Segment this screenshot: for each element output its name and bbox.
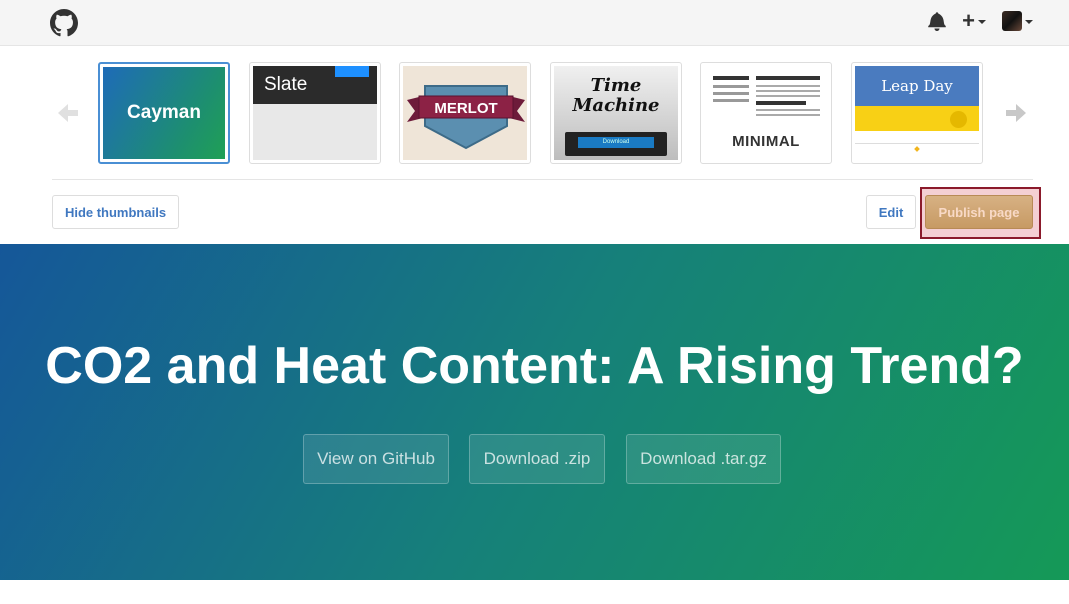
hide-thumbnails-button[interactable]: Hide thumbnails [52, 195, 179, 229]
theme-label-line1: Time [590, 75, 642, 96]
caret-down-icon [1025, 20, 1033, 24]
divider [855, 143, 979, 144]
plus-icon: + [962, 8, 975, 33]
minimal-lines-icon [713, 76, 820, 116]
theme-label: MINIMAL [732, 133, 800, 150]
avatar [1002, 11, 1022, 31]
create-new-menu[interactable]: + [962, 8, 986, 33]
theme-thumb-slate[interactable]: Slate [249, 62, 381, 164]
theme-label-line2: Machine [572, 95, 660, 116]
edit-button[interactable]: Edit [866, 195, 916, 229]
theme-chooser: Cayman Slate MERLOT Time Machine Downloa… [0, 47, 1069, 244]
view-on-github-button[interactable]: View on GitHub [303, 434, 449, 484]
theme-thumb-time-machine[interactable]: Time Machine Download [550, 62, 682, 164]
user-menu[interactable] [1002, 11, 1033, 31]
theme-label: Time Machine [554, 76, 678, 116]
download-mini-button: Download [578, 137, 654, 148]
github-badge-icon [950, 111, 967, 128]
top-navbar: + [0, 0, 1069, 46]
download-tar-button[interactable]: Download .tar.gz [626, 434, 781, 484]
divider [52, 179, 1033, 180]
caret-down-icon [978, 20, 986, 24]
publish-page-button[interactable]: Publish page [925, 195, 1033, 229]
project-title: CO2 and Heat Content: A Rising Trend? [45, 337, 1024, 395]
theme-thumb-minimal[interactable]: MINIMAL [700, 62, 832, 164]
theme-label: MERLOT [434, 100, 497, 117]
download-zip-button[interactable]: Download .zip [469, 434, 605, 484]
next-theme-arrow-icon[interactable] [1005, 102, 1027, 124]
theme-label: Slate [264, 74, 308, 95]
page-header-hero: CO2 and Heat Content: A Rising Trend? Vi… [0, 244, 1069, 580]
previous-theme-arrow-icon[interactable] [57, 102, 79, 124]
merlot-badge-icon: MERLOT [407, 85, 525, 150]
theme-label: Cayman [127, 102, 201, 123]
theme-thumb-merlot[interactable]: MERLOT [399, 62, 531, 164]
theme-thumb-leap-day[interactable]: Leap Day [851, 62, 983, 164]
diamond-icon [914, 146, 920, 152]
bell-icon[interactable] [928, 11, 946, 31]
theme-label: Leap Day [881, 77, 953, 95]
slate-accent [335, 66, 369, 77]
theme-thumb-cayman[interactable]: Cayman [98, 62, 230, 164]
github-logo-icon[interactable] [50, 9, 78, 37]
